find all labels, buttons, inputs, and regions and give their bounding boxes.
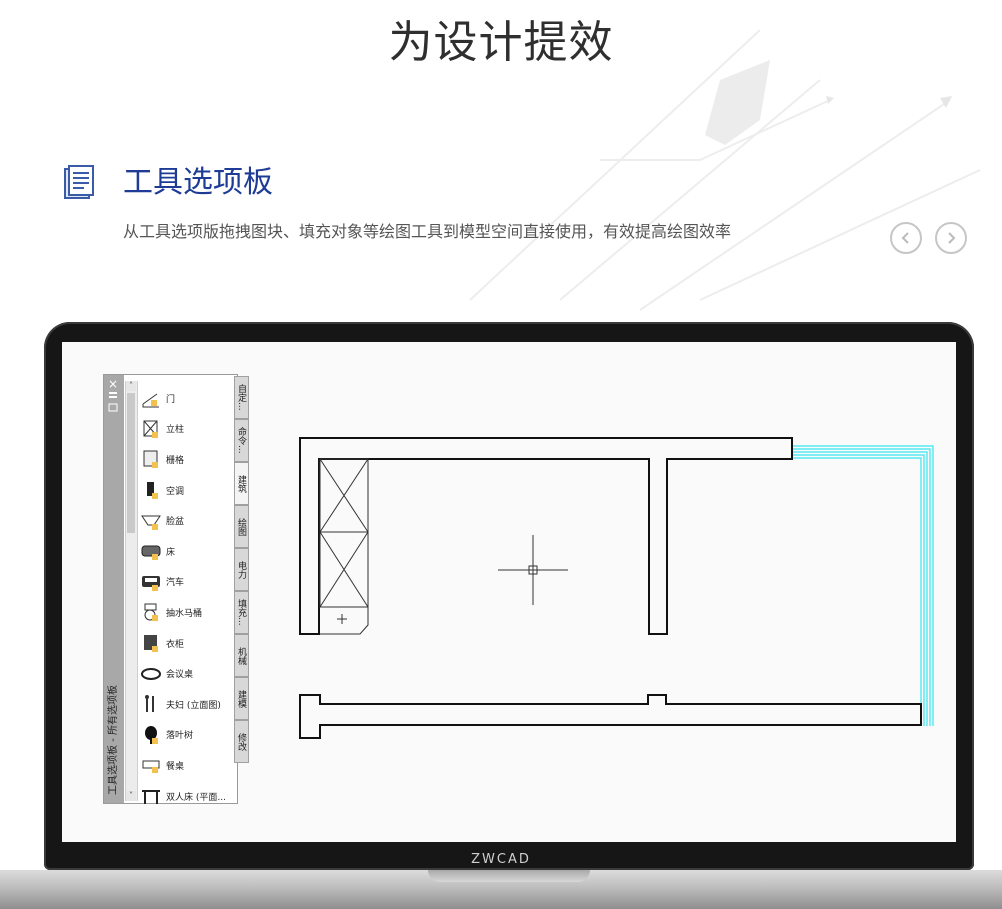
palette-item[interactable]: 栅格 — [140, 444, 232, 475]
tool-palette[interactable]: × 工具选项板 - 所有选项板 ˄ ˅ 门立柱栅格空调脸盆床汽车抽水马桶衣柜会议… — [103, 374, 238, 805]
palette-tab[interactable]: 绘图 — [234, 505, 249, 548]
palette-scrollbar[interactable]: ˄ ˅ — [125, 381, 138, 801]
chevron-left-icon — [901, 232, 909, 244]
meeting-table-icon — [141, 667, 161, 680]
wardrobe-block — [319, 458, 369, 635]
toilet-icon — [144, 603, 158, 622]
palette-item[interactable]: 脸盆 — [140, 505, 232, 536]
laptop-notch — [428, 870, 590, 882]
close-icon[interactable]: × — [108, 377, 118, 391]
wardrobe-icon — [144, 635, 158, 653]
palette-item-label: 夫妇 (立面图) — [166, 700, 221, 711]
palette-item-label: 门 — [166, 394, 176, 405]
palette-item-label: 脸盆 — [166, 517, 185, 528]
palette-item[interactable]: 空调 — [140, 475, 232, 506]
palette-tab[interactable]: 填充... — [234, 591, 249, 634]
column-icon — [143, 420, 158, 438]
air-conditioner-icon — [147, 482, 158, 500]
crosshair-cursor — [498, 535, 568, 605]
palette-tab[interactable]: 建模 — [234, 677, 249, 720]
palette-item[interactable]: 夫妇 (立面图) — [140, 689, 232, 720]
washbasin-icon — [141, 515, 161, 530]
palette-item-label: 抽水马桶 — [166, 608, 203, 619]
palette-item-label: 会议桌 — [166, 670, 194, 681]
palette-item-label: 栅格 — [166, 455, 185, 466]
palette-item[interactable]: 落叶树 — [140, 720, 232, 751]
palette-tab[interactable]: 修改 — [234, 720, 249, 763]
palette-item[interactable]: 立柱 — [140, 414, 232, 445]
palette-item[interactable]: 会议桌 — [140, 658, 232, 689]
palette-tab[interactable]: 机械 — [234, 634, 249, 677]
palette-item[interactable]: 衣柜 — [140, 628, 232, 659]
dining-table-icon — [142, 760, 160, 774]
palette-options-icon[interactable] — [108, 391, 118, 413]
palette-items: 门立柱栅格空调脸盆床汽车抽水马桶衣柜会议桌夫妇 (立面图) 落叶树餐桌双人床 (平… — [140, 383, 232, 811]
palette-tabs: 自定... 命令... 建筑 绘图 电力 填充... 机械 建模 修改 — [234, 376, 250, 763]
palette-item[interactable]: 门 — [140, 383, 232, 414]
palette-item[interactable]: 餐桌 — [140, 750, 232, 781]
door-icon — [142, 393, 159, 408]
palette-item[interactable]: 汽车 — [140, 567, 232, 598]
palette-item[interactable]: 抽水马桶 — [140, 597, 232, 628]
scroll-up-button[interactable]: ˄ — [126, 381, 136, 391]
document-list-icon — [64, 165, 94, 199]
feature-title: 工具选项板 — [123, 165, 273, 200]
palette-item-label: 衣柜 — [166, 639, 185, 650]
laptop-mockup: × 工具选项板 - 所有选项板 ˄ ˅ 门立柱栅格空调脸盆床汽车抽水马桶衣柜会议… — [0, 322, 1002, 909]
laptop-screen: × 工具选项板 - 所有选项板 ˄ ˅ 门立柱栅格空调脸盆床汽车抽水马桶衣柜会议… — [62, 342, 956, 842]
palette-tab[interactable]: 命令... — [234, 419, 249, 462]
carousel-next-button[interactable] — [935, 222, 967, 254]
walls — [299, 437, 922, 739]
tree-icon — [145, 725, 158, 744]
bed-icon — [141, 545, 161, 561]
couple-icon — [145, 695, 154, 713]
palette-item-label: 立柱 — [166, 425, 185, 436]
palette-item-label: 餐桌 — [166, 761, 185, 772]
scroll-thumb[interactable] — [127, 393, 135, 533]
palette-item-label: 空调 — [166, 486, 185, 497]
palette-item-label: 双人床 (平面... — [166, 792, 226, 803]
double-bed-icon — [142, 790, 160, 805]
chevron-right-icon — [948, 232, 956, 244]
palette-item[interactable]: 双人床 (平面... — [140, 781, 232, 812]
palette-item-label: 落叶树 — [166, 731, 194, 742]
carousel-prev-button[interactable] — [890, 222, 922, 254]
palette-tab[interactable]: 电力 — [234, 548, 249, 591]
palette-tab[interactable]: 建筑 — [234, 462, 249, 505]
car-icon — [142, 575, 160, 591]
palette-tab[interactable]: 自定... — [234, 376, 249, 419]
palette-item[interactable]: 床 — [140, 536, 232, 567]
palette-item-label: 汽车 — [166, 578, 185, 589]
feature-description: 从工具选项版拖拽图块、填充对象等绘图工具到模型空间直接使用，有效提高绘图效率 — [123, 222, 732, 241]
selected-wall[interactable] — [792, 445, 934, 726]
palette-vertical-title: 工具选项板 - 所有选项板 — [108, 685, 119, 795]
scroll-down-button[interactable]: ˅ — [126, 791, 136, 801]
grid-icon — [143, 450, 158, 469]
laptop-brand: ZWCAD — [471, 852, 531, 867]
palette-title-bar[interactable]: × 工具选项板 - 所有选项板 — [104, 375, 124, 803]
page-title: 为设计提效 — [388, 17, 614, 68]
palette-item-label: 床 — [166, 547, 176, 558]
